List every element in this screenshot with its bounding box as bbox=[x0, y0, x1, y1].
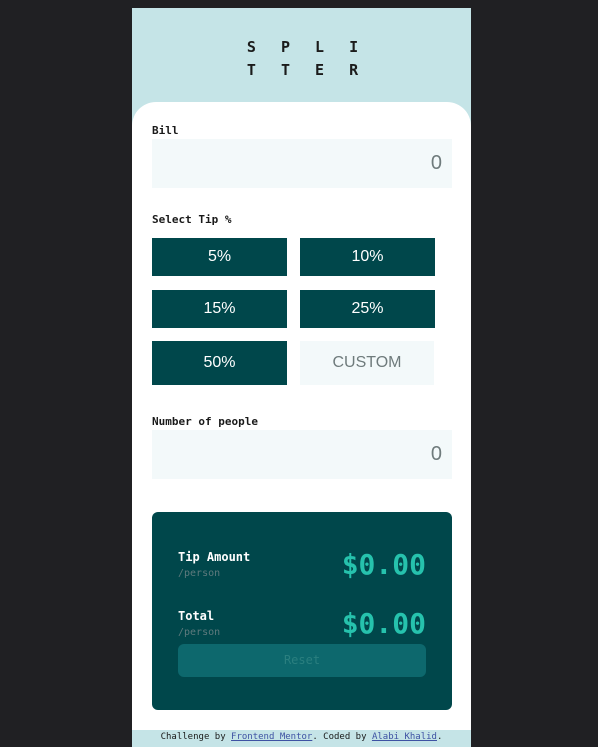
results-panel: Tip Amount /person $0.00 Total /person $… bbox=[152, 512, 452, 710]
bill-label: Bill bbox=[152, 124, 179, 137]
tip-amount-value: $0.00 bbox=[341, 548, 426, 581]
calculator-card: Bill 0 Select Tip % 5% 10% 15% 25% 50% C… bbox=[132, 102, 471, 730]
tip-10-button[interactable]: 10% bbox=[300, 238, 435, 276]
logo: S P L I T T E R bbox=[132, 36, 471, 82]
select-tip-label: Select Tip % bbox=[152, 213, 232, 226]
total-label: Total bbox=[178, 609, 215, 623]
total-value: $0.00 bbox=[341, 607, 426, 640]
tip-25-button[interactable]: 25% bbox=[300, 290, 435, 328]
tip-15-button[interactable]: 15% bbox=[152, 290, 287, 328]
logo-line-2: T T E R bbox=[246, 61, 367, 79]
frontend-mentor-link[interactable]: Frontend Mentor bbox=[231, 732, 312, 742]
bill-input[interactable]: 0 bbox=[152, 139, 452, 188]
tip-amount-per-person: /person bbox=[178, 568, 221, 579]
logo-line-1: S P L I bbox=[246, 38, 367, 56]
reset-button[interactable]: Reset bbox=[178, 644, 426, 677]
total-per-person: /person bbox=[178, 627, 221, 638]
custom-tip-input[interactable]: CUSTOM bbox=[300, 341, 434, 385]
footer-middle: . Coded by bbox=[312, 732, 372, 742]
app-container: S P L I T T E R Bill 0 Select Tip % 5% 1… bbox=[132, 8, 471, 747]
author-link[interactable]: Alabi Khalid bbox=[372, 732, 437, 742]
people-input[interactable]: 0 bbox=[152, 430, 452, 479]
attribution-footer: Challenge by Frontend Mentor. Coded by A… bbox=[132, 730, 471, 747]
tip-50-button[interactable]: 50% bbox=[152, 341, 287, 385]
footer-suffix: . bbox=[436, 732, 443, 742]
footer-prefix: Challenge by bbox=[160, 732, 232, 742]
tip-5-button[interactable]: 5% bbox=[152, 238, 287, 276]
tip-amount-label: Tip Amount bbox=[178, 550, 251, 564]
people-label: Number of people bbox=[152, 415, 258, 428]
